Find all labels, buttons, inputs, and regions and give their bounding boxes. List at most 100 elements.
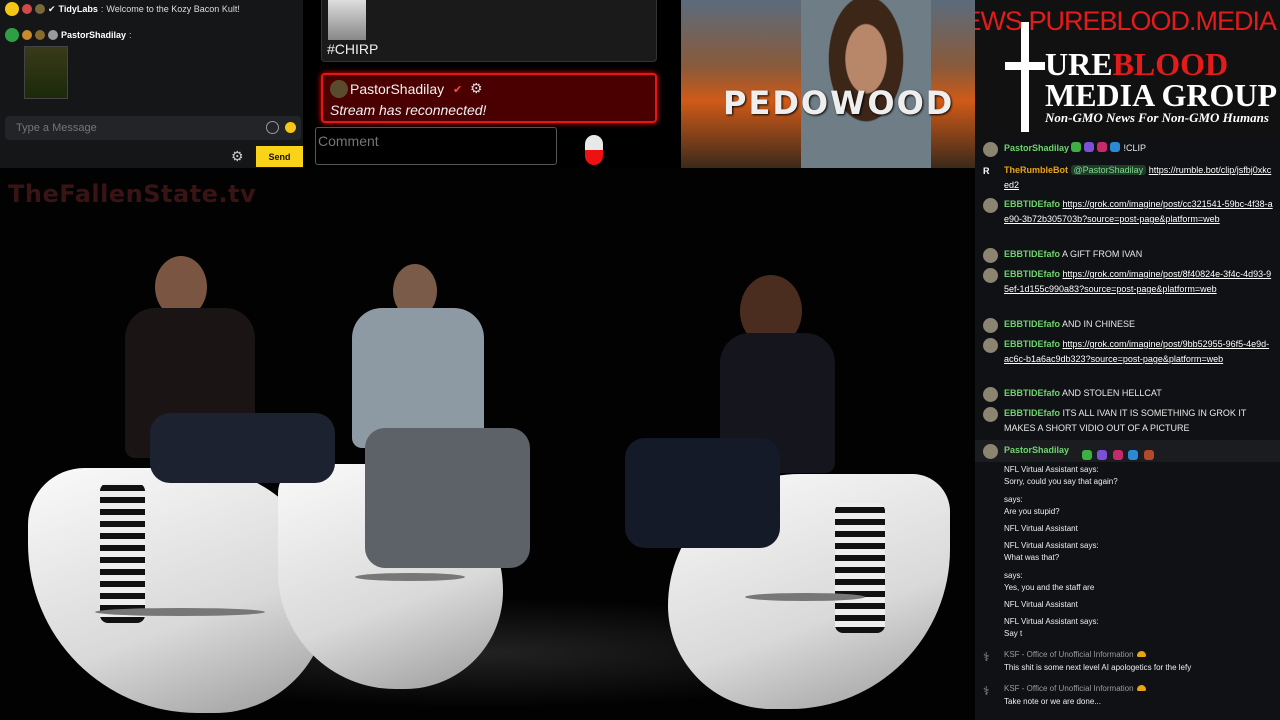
comment-box — [315, 127, 557, 165]
avatar — [983, 338, 998, 353]
assistant-chat-line: What was that? — [1004, 553, 1060, 562]
coin-icon[interactable] — [285, 122, 296, 133]
alert-area: #CHIRP PastorShadilay ✔ ⚙ Stream has rec… — [303, 0, 681, 168]
chat-username[interactable]: KSF - Office of Unofficial Information — [1004, 684, 1146, 693]
cross-icon — [1005, 22, 1045, 132]
assistant-chat-line: NFL Virtual Assistant says: — [1004, 465, 1099, 474]
chat-username[interactable]: EBBTIDEfafo — [1004, 269, 1060, 279]
badge-icon — [1084, 142, 1095, 152]
assistant-chat-line: NFL Virtual Assistant — [1004, 524, 1078, 533]
chair-base — [355, 573, 465, 581]
chat-text: A GIFT FROM IVAN — [1062, 249, 1143, 259]
chat-input-user-row: PastorShadilay — [975, 440, 1280, 462]
message-input-box — [5, 116, 301, 140]
chirp-tag: #CHIRP — [327, 41, 379, 57]
chat-message-row: EBBTIDEfafo ITS ALL IVAN IT IS SOMETHING… — [983, 406, 1273, 436]
staff-icon: ⚕ — [983, 650, 990, 664]
pill-icon — [585, 135, 603, 165]
assistant-chat-line: says: — [1004, 571, 1023, 580]
banner-image: PEDOWOOD — [681, 0, 975, 168]
chat-text: AND IN CHINESE — [1062, 319, 1136, 329]
comment-input[interactable] — [316, 128, 556, 164]
staff-icon: ⚕ — [983, 684, 990, 698]
chat-text: !CLIP — [1123, 143, 1147, 153]
chirp-card: #CHIRP — [321, 0, 657, 62]
chat-message-body: PastorShadilay !CLIP — [1004, 141, 1273, 156]
chat-message-body: EBBTIDEfafo A GIFT FROM IVAN — [1004, 247, 1273, 262]
banner-text: PEDOWOOD — [723, 84, 955, 122]
avatar — [983, 142, 998, 157]
mention-tag[interactable]: @PastorShadilay — [1070, 165, 1147, 175]
chat-line: PastorShadilay : — [5, 28, 132, 42]
video-player[interactable]: TheFallenState.tv — [0, 168, 975, 720]
pillow-left — [100, 483, 145, 623]
chat-username[interactable]: PastorShadilay — [1004, 143, 1069, 153]
chat-message-body: EBBTIDEfafo AND STOLEN HELLCAT — [1004, 386, 1273, 401]
chat-panel: PastorShadilay !CLIP R TheRumbleBot @Pasto… — [975, 138, 1280, 440]
chair-base — [95, 608, 265, 616]
chat-username[interactable]: PastorShadilay — [1004, 445, 1069, 455]
badge-icon — [1082, 450, 1092, 460]
avatar — [983, 268, 998, 283]
assistant-chat-line: NFL Virtual Assistant says: — [1004, 541, 1099, 550]
avatar: R — [983, 166, 990, 176]
badge-icon — [35, 30, 45, 40]
logo-subtitle: MEDIA GROUP — [1045, 77, 1277, 113]
chat-username[interactable]: TidyLabs — [59, 4, 98, 14]
emoji-icon[interactable] — [266, 121, 279, 134]
badge-icon — [22, 4, 32, 14]
send-button[interactable]: Send — [256, 146, 303, 167]
chat-username[interactable]: TheRumbleBot — [1004, 165, 1068, 175]
gear-icon[interactable]: ⚙ — [231, 149, 245, 163]
badge-icon — [1128, 450, 1139, 460]
hardhat-icon — [1136, 651, 1146, 657]
gear-icon[interactable]: ⚙ — [470, 80, 483, 97]
assistant-chat-line: Say t — [1004, 629, 1023, 638]
avatar — [330, 80, 348, 98]
badge-icon — [1143, 450, 1154, 460]
badge-icon — [1071, 142, 1082, 152]
assistant-chat-line: NFL Virtual Assistant — [1004, 600, 1078, 609]
reconnect-alert: PastorShadilay ✔ ⚙ Stream has reconnecte… — [321, 73, 657, 123]
avatar — [983, 407, 998, 422]
chat-username[interactable]: EBBTIDEfafo — [1004, 319, 1060, 329]
chat-message-body: TheRumbleBot @PastorShadilay https://rum… — [1004, 163, 1273, 193]
chat-username[interactable]: EBBTIDEfafo — [1004, 249, 1060, 259]
chat-username[interactable]: EBBTIDEfafo — [1004, 199, 1060, 209]
chat-username[interactable]: KSF - Office of Unofficial Information — [1004, 650, 1146, 659]
chat-username[interactable]: EBBTIDEfafo — [1004, 408, 1060, 418]
avatar — [983, 444, 998, 459]
chat-username[interactable]: PastorShadilay — [61, 30, 126, 40]
chirp-image — [328, 0, 366, 40]
chat-message-body: EBBTIDEfafo https://grok.com/imagine/pos… — [1004, 337, 1273, 367]
badge-icon — [1112, 450, 1123, 460]
alert-message: Stream has reconnected! — [330, 102, 487, 118]
chat-message-row: EBBTIDEfafo https://grok.com/imagine/pos… — [983, 337, 1273, 367]
chat-message-body: EBBTIDEfafo ITS ALL IVAN IT IS SOMETHING… — [1004, 406, 1273, 436]
chat-line: ✔ TidyLabs : Welcome to the Kozy Bacon K… — [5, 2, 240, 16]
pillow-right — [835, 503, 885, 633]
avatar — [983, 248, 998, 263]
hardhat-icon — [1136, 685, 1146, 691]
chat-message-body: EBBTIDEfafo https://grok.com/imagine/pos… — [1004, 267, 1273, 297]
chat-message-row: R TheRumbleBot @PastorShadilay https://ru… — [983, 163, 1273, 193]
coin-icon — [5, 2, 19, 16]
badge-icon — [35, 4, 45, 14]
badge-icon — [1097, 450, 1108, 460]
chat-username[interactable]: EBBTIDEfafo — [1004, 339, 1060, 349]
avatar — [983, 318, 998, 333]
brand-logo: NEWS.PUREBLOOD.MEDIA UREBLOOD MEDIA GROU… — [975, 0, 1280, 138]
logo-tagline: Non-GMO News For Non-GMO Humans — [1045, 110, 1269, 125]
avatar — [983, 198, 998, 213]
message-input[interactable] — [5, 116, 255, 140]
chat-message-row: EBBTIDEfafo https://grok.com/imagine/pos… — [983, 197, 1273, 227]
chat-username[interactable]: EBBTIDEfafo — [1004, 388, 1060, 398]
chat-message-row: EBBTIDEfafo A GIFT FROM IVAN — [983, 247, 1273, 263]
chat-text: This shit is some next level AI apologet… — [1004, 663, 1192, 672]
badge-icon — [1110, 142, 1121, 152]
chair-base — [745, 593, 865, 601]
chat-text: Take note or we are done... — [1004, 697, 1101, 706]
chat-message-body: EBBTIDEfafo AND IN CHINESE — [1004, 317, 1273, 332]
chat-message-row: EBBTIDEfafo https://grok.com/imagine/pos… — [983, 267, 1273, 297]
badge-icon — [5, 28, 19, 42]
